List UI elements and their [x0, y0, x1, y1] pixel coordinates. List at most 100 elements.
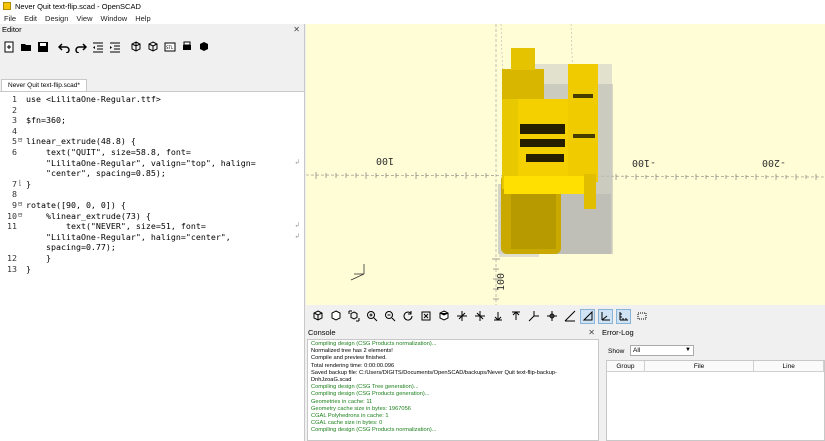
- menu-file[interactable]: File: [0, 14, 20, 23]
- perspective-icon[interactable]: [562, 309, 577, 324]
- editor-panel: Editor ✕ STL Never Quit text-flip.scad* …: [0, 24, 305, 441]
- error-log-table: Group File Line: [606, 360, 825, 441]
- code-line: text("NEVER", size=51, font=: [26, 221, 206, 232]
- console-line: Compile and preview finished.: [311, 355, 387, 362]
- column-header-line[interactable]: Line: [754, 361, 824, 371]
- chevron-down-icon: ▼: [685, 347, 691, 353]
- console-line: Total rendering time: 0:00:00.096: [311, 362, 395, 369]
- menu-help[interactable]: Help: [131, 14, 154, 23]
- openscad-app-icon: [3, 2, 11, 10]
- console-line: Compiling design (CSG Products normaliza…: [311, 427, 437, 434]
- indent-icon[interactable]: [108, 40, 122, 54]
- preview-cube-icon[interactable]: [129, 40, 143, 54]
- undo-icon[interactable]: [57, 40, 71, 54]
- editor-tabbar: Never Quit text-flip.scad*: [0, 79, 305, 91]
- console-output[interactable]: Compiling design (CSG Products normaliza…: [307, 339, 599, 441]
- line-number: 8: [12, 189, 17, 200]
- editor-panel-title: Editor: [2, 25, 22, 34]
- unindent-icon[interactable]: [91, 40, 105, 54]
- tab-never-quit-file[interactable]: Never Quit text-flip.scad*: [1, 79, 87, 91]
- viewport-canvas: 100 -100 -200 100: [306, 24, 825, 305]
- fold-toggle-icon[interactable]: ⌊: [18, 179, 26, 187]
- console-title: Console: [308, 328, 336, 337]
- editor-toolbar: STL: [2, 37, 214, 57]
- show-axes-icon[interactable]: [598, 308, 613, 324]
- error-log-header: Group File Line: [607, 361, 824, 372]
- line-number: 6: [12, 147, 17, 157]
- error-log-panel: Error-Log Show All ▼ Group File Line: [600, 327, 825, 441]
- new-file-icon[interactable]: [2, 40, 16, 54]
- view-front-icon[interactable]: [490, 309, 505, 324]
- view-diagonal-icon[interactable]: [526, 309, 541, 324]
- view-all-icon[interactable]: [346, 309, 361, 324]
- console-line: Compiling design (CSG Tree generation)..…: [311, 384, 419, 391]
- code-editor[interactable]: 1 use <LilitaOne-Regular.ttf> 2 3 $fn=360; 4 5…: [0, 91, 304, 441]
- code-line: linear_extrude(48.8) {: [26, 136, 136, 147]
- code-line: rotate([90, 0, 0]) {: [26, 200, 126, 210]
- axis-label-neg100: -100: [632, 157, 656, 168]
- column-header-group[interactable]: Group: [607, 361, 645, 371]
- fold-toggle-icon[interactable]: ⊟: [18, 136, 26, 144]
- console-line: DnhJzoaG.scad: [311, 377, 352, 384]
- save-file-icon[interactable]: [36, 40, 50, 54]
- line-number: 4: [12, 125, 17, 136]
- console-line: Compiling design (CSG Products normaliza…: [311, 341, 437, 347]
- view-bottom-icon[interactable]: [454, 309, 469, 324]
- open-file-icon[interactable]: [19, 40, 33, 54]
- line-number: 1: [12, 94, 17, 104]
- line-number: 2: [12, 104, 17, 115]
- menu-view[interactable]: View: [72, 14, 96, 23]
- code-line: "LilitaOne-Regular", valign="top", halig…: [26, 157, 256, 168]
- reset-view-icon[interactable]: [400, 309, 415, 324]
- render-icon[interactable]: [328, 309, 343, 324]
- axis-label-100: 100: [376, 155, 394, 166]
- line-wrap-icon: ↲: [295, 157, 300, 166]
- line-wrap-icon: ↲: [295, 231, 300, 240]
- fold-toggle-icon[interactable]: ⊟: [18, 200, 26, 208]
- preview-icon[interactable]: [310, 309, 325, 324]
- view-left-icon[interactable]: [472, 309, 487, 324]
- view-back-icon[interactable]: [508, 309, 523, 324]
- code-line: "LilitaOne-Regular", halign="center",: [26, 231, 231, 242]
- axis-label-bottom-100: 100: [496, 273, 507, 291]
- menu-window[interactable]: Window: [97, 14, 132, 23]
- column-header-file[interactable]: File: [645, 361, 755, 371]
- console-close-icon[interactable]: ✕: [588, 328, 595, 337]
- code-line: }: [26, 263, 31, 274]
- zoom-in-icon[interactable]: [364, 309, 379, 324]
- axes-gizmo: [350, 264, 365, 281]
- view-top-icon[interactable]: [436, 309, 451, 324]
- send-to-printer-icon[interactable]: [180, 40, 194, 54]
- fold-toggle-icon[interactable]: ⊟: [18, 211, 26, 219]
- menu-bar: File Edit Design View Window Help: [0, 12, 825, 24]
- view-center-icon[interactable]: [544, 309, 559, 324]
- code-line: $fn=360;: [26, 115, 66, 126]
- line-number: 7: [12, 178, 17, 189]
- show-filter-label: Show: [608, 348, 625, 355]
- export-3d-icon[interactable]: [197, 40, 211, 54]
- code-line: spacing=0.77);: [26, 242, 116, 253]
- svg-text:STL: STL: [166, 45, 174, 50]
- redo-icon[interactable]: [74, 40, 88, 54]
- menu-edit[interactable]: Edit: [20, 14, 41, 23]
- console-line: Geometries in cache: 11: [311, 398, 373, 405]
- orthogonal-icon[interactable]: [580, 308, 595, 324]
- console-line: CGAL Polyhedrons in cache: 1: [311, 413, 389, 420]
- editor-close-icon[interactable]: ✕: [293, 25, 300, 34]
- export-stl-icon[interactable]: STL: [163, 40, 177, 54]
- show-filter-value: All: [633, 347, 641, 354]
- show-scale-icon[interactable]: [616, 308, 631, 324]
- show-edges-icon[interactable]: [634, 309, 649, 324]
- code-line: }: [26, 253, 51, 263]
- render-cube-icon[interactable]: [146, 40, 160, 54]
- 3d-viewport[interactable]: 100 -100 -200 100: [306, 24, 825, 305]
- console-line: CGAL cache size in bytes: 0: [311, 420, 383, 427]
- console-panel: Console ✕ Compiling design (CSG Products…: [306, 327, 599, 441]
- code-line: }: [26, 178, 31, 189]
- view-right-icon[interactable]: [418, 309, 433, 324]
- code-line: %linear_extrude(73) {: [26, 210, 151, 221]
- line-number: 11: [7, 221, 17, 232]
- show-filter-select[interactable]: All ▼: [630, 345, 694, 356]
- menu-design[interactable]: Design: [41, 14, 72, 23]
- zoom-out-icon[interactable]: [382, 309, 397, 324]
